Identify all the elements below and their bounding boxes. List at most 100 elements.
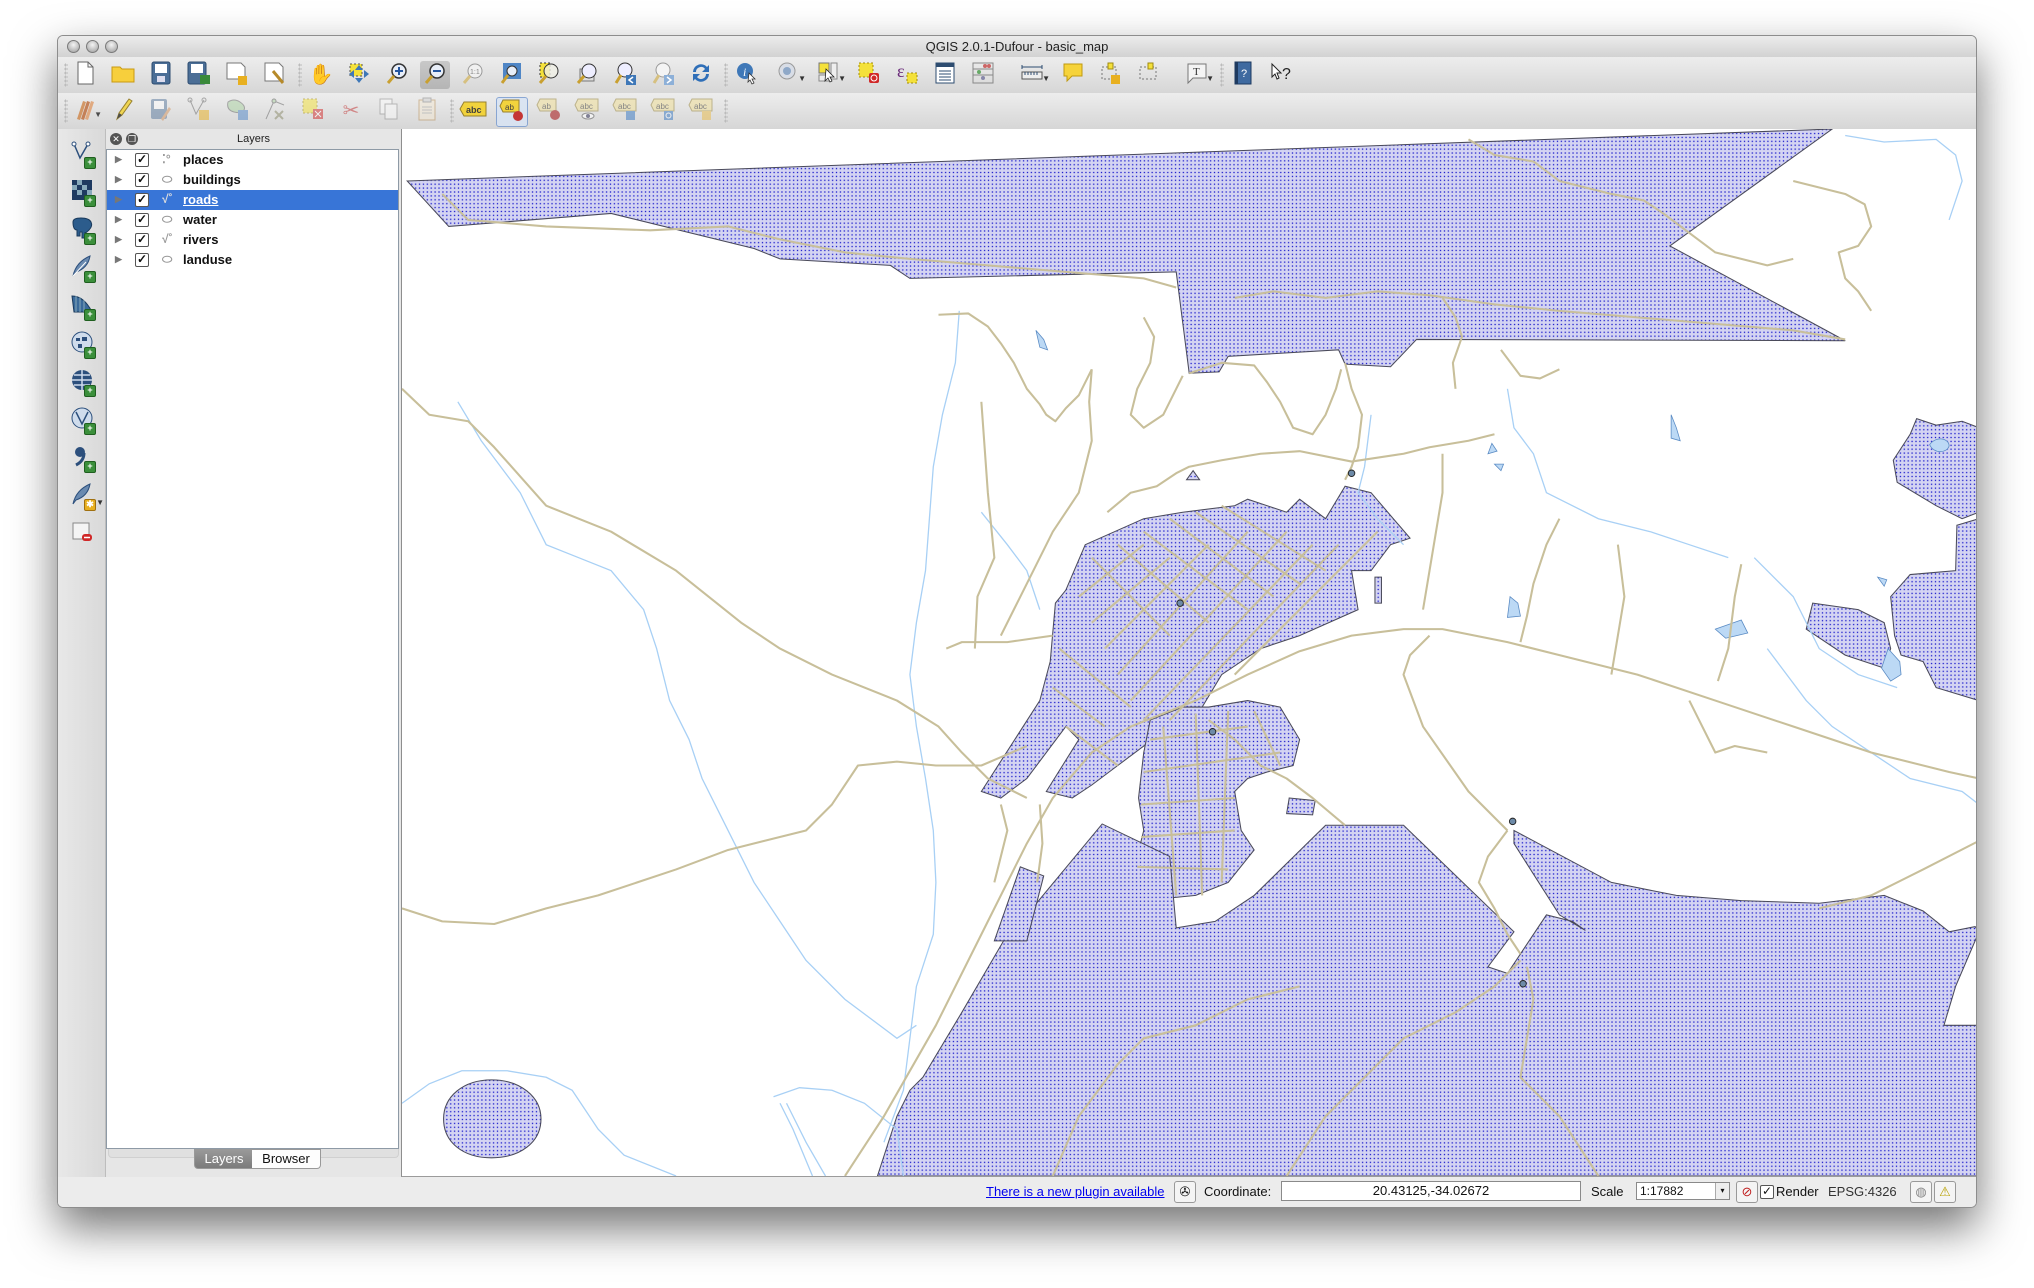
add-wcs-layer-button[interactable]: + xyxy=(66,367,98,399)
toolbar-grip[interactable] xyxy=(64,99,68,123)
add-vector-layer-button[interactable]: + xyxy=(66,139,98,171)
zoom-selection-button[interactable] xyxy=(534,61,564,89)
pin-labels-button[interactable]: ab xyxy=(496,97,528,127)
layer-item-buildings[interactable]: ▶ ✓ ⬭ buildings xyxy=(107,170,398,190)
add-spatialite-layer-button[interactable]: + xyxy=(66,253,98,285)
landuse-polygon-sliver[interactable] xyxy=(1374,576,1382,604)
field-calculator-button[interactable]: ε xyxy=(892,61,922,89)
statistics-button[interactable] xyxy=(968,61,998,89)
node-tool-button[interactable] xyxy=(260,97,290,125)
add-postgis-layer-button[interactable]: + xyxy=(66,215,98,247)
toolbar-grip[interactable] xyxy=(1220,63,1224,87)
zoom-in-button[interactable] xyxy=(382,61,412,89)
add-feature-button[interactable] xyxy=(184,97,214,125)
delete-selected-button[interactable] xyxy=(298,97,328,125)
save-as-button[interactable] xyxy=(184,61,214,89)
new-bookmark-button[interactable] xyxy=(1096,61,1126,89)
toolbar-grip[interactable] xyxy=(298,63,302,87)
new-spatialite-layer-button[interactable]: ✱ ▼ xyxy=(66,481,104,513)
add-delimited-text-layer-button[interactable]: + xyxy=(66,443,98,475)
add-mssql-layer-button[interactable]: + xyxy=(66,291,98,323)
text-annotation-button[interactable]: T ▼ xyxy=(1182,61,1214,89)
tab-layers[interactable]: Layers xyxy=(194,1149,254,1169)
attribute-table-button[interactable] xyxy=(930,61,960,89)
zoom-next-button[interactable] xyxy=(648,61,678,89)
expand-arrow-icon[interactable]: ▶ xyxy=(115,194,122,205)
select-features-button[interactable]: ▼ xyxy=(814,61,846,89)
new-plugin-link[interactable]: There is a new plugin available xyxy=(986,1184,1165,1199)
toolbar-grip[interactable] xyxy=(724,99,728,123)
move-label-button[interactable]: abc xyxy=(610,97,640,125)
layer-visibility-checkbox[interactable]: ✓ xyxy=(135,253,149,267)
cut-features-button[interactable]: ✂ xyxy=(336,97,366,125)
layer-item-water[interactable]: ▶ ✓ ⬭ water xyxy=(107,210,398,230)
layer-visibility-checkbox[interactable]: ✓ xyxy=(135,173,149,187)
toolbar-grip[interactable] xyxy=(450,99,454,123)
run-action-button[interactable]: ▼ xyxy=(774,61,806,89)
zoom-layer-button[interactable] xyxy=(572,61,602,89)
expand-arrow-icon[interactable]: ▶ xyxy=(115,214,122,225)
place-point[interactable] xyxy=(1347,469,1356,477)
toggle-editing-button[interactable] xyxy=(108,97,138,125)
map-tips-button[interactable] xyxy=(1058,61,1088,89)
refresh-button[interactable] xyxy=(686,61,716,89)
current-edits-button[interactable]: ▼ xyxy=(70,97,102,125)
whats-this-button[interactable]: ? xyxy=(1266,61,1296,89)
chevron-down-icon[interactable]: ▾ xyxy=(1715,1183,1729,1199)
toolbar-grip[interactable] xyxy=(724,63,728,87)
layer-visibility-checkbox[interactable]: ✓ xyxy=(135,233,149,247)
expand-arrow-icon[interactable]: ▶ xyxy=(115,254,122,265)
new-print-composer-button[interactable] xyxy=(222,61,252,89)
layer-item-landuse[interactable]: ▶ ✓ ⬭ landuse xyxy=(107,250,398,270)
copy-features-button[interactable] xyxy=(374,97,404,125)
layer-visibility-checkbox[interactable]: ✓ xyxy=(135,193,149,207)
layer-labeling-button[interactable]: abc xyxy=(458,97,488,125)
zoom-out-button[interactable] xyxy=(420,61,450,89)
crs-label[interactable]: EPSG:4326 xyxy=(1828,1184,1897,1199)
help-contents-button[interactable]: ? xyxy=(1228,61,1258,89)
place-point[interactable] xyxy=(1176,599,1184,607)
save-edits-button[interactable] xyxy=(146,97,176,125)
show-bookmarks-button[interactable] xyxy=(1134,61,1164,89)
layer-item-rivers[interactable]: ▶ ✓ √˚ rivers xyxy=(107,230,398,250)
place-point[interactable] xyxy=(1508,817,1517,826)
tab-browser[interactable]: Browser xyxy=(252,1149,321,1169)
map-canvas[interactable] xyxy=(401,129,1977,1177)
place-point[interactable] xyxy=(1208,728,1217,736)
map-svg[interactable] xyxy=(402,129,1977,1176)
zoom-last-button[interactable] xyxy=(610,61,640,89)
layer-item-places[interactable]: ▶ ✓ ⁚° places xyxy=(107,150,398,170)
landuse-polygon-circle[interactable] xyxy=(443,1079,542,1159)
composer-manager-button[interactable] xyxy=(260,61,290,89)
pan-to-selection-button[interactable] xyxy=(344,61,374,89)
remove-layer-button[interactable] xyxy=(66,519,98,551)
change-label-button[interactable]: abc xyxy=(686,97,716,125)
rotate-label-button[interactable]: abc xyxy=(648,97,678,125)
zoom-native-button[interactable]: 1:1 xyxy=(458,61,488,89)
measure-button[interactable]: ▼ xyxy=(1018,61,1050,89)
show-hide-labels-button[interactable]: abc xyxy=(572,97,602,125)
add-wms-layer-button[interactable]: + xyxy=(66,329,98,361)
add-wfs-layer-button[interactable]: + xyxy=(66,405,98,437)
landuse-polygon-small[interactable] xyxy=(1286,797,1316,816)
expand-arrow-icon[interactable]: ▶ xyxy=(115,234,122,245)
identify-button[interactable]: i xyxy=(732,61,762,89)
highlight-pinned-button[interactable]: ab xyxy=(534,97,564,125)
layer-visibility-checkbox[interactable]: ✓ xyxy=(135,213,149,227)
crs-status-button[interactable]: ◍ xyxy=(1910,1181,1932,1203)
zoom-full-button[interactable] xyxy=(496,61,526,89)
deselect-all-button[interactable] xyxy=(854,61,884,89)
layer-visibility-checkbox[interactable]: ✓ xyxy=(135,153,149,167)
layer-item-roads[interactable]: ▶ ✓ √˚ roads xyxy=(107,190,398,210)
toolbar-grip[interactable] xyxy=(64,63,68,87)
open-project-button[interactable] xyxy=(108,61,138,89)
new-project-button[interactable] xyxy=(70,61,100,89)
stop-render-button[interactable]: ⊘ xyxy=(1736,1181,1758,1203)
expand-arrow-icon[interactable]: ▶ xyxy=(115,174,122,185)
warning-button[interactable]: ⚠ xyxy=(1934,1181,1956,1203)
save-project-button[interactable] xyxy=(146,61,176,89)
place-point[interactable] xyxy=(1519,980,1527,988)
add-raster-layer-button[interactable]: + xyxy=(66,177,98,209)
expand-arrow-icon[interactable]: ▶ xyxy=(115,154,122,165)
paste-features-button[interactable] xyxy=(412,97,442,125)
